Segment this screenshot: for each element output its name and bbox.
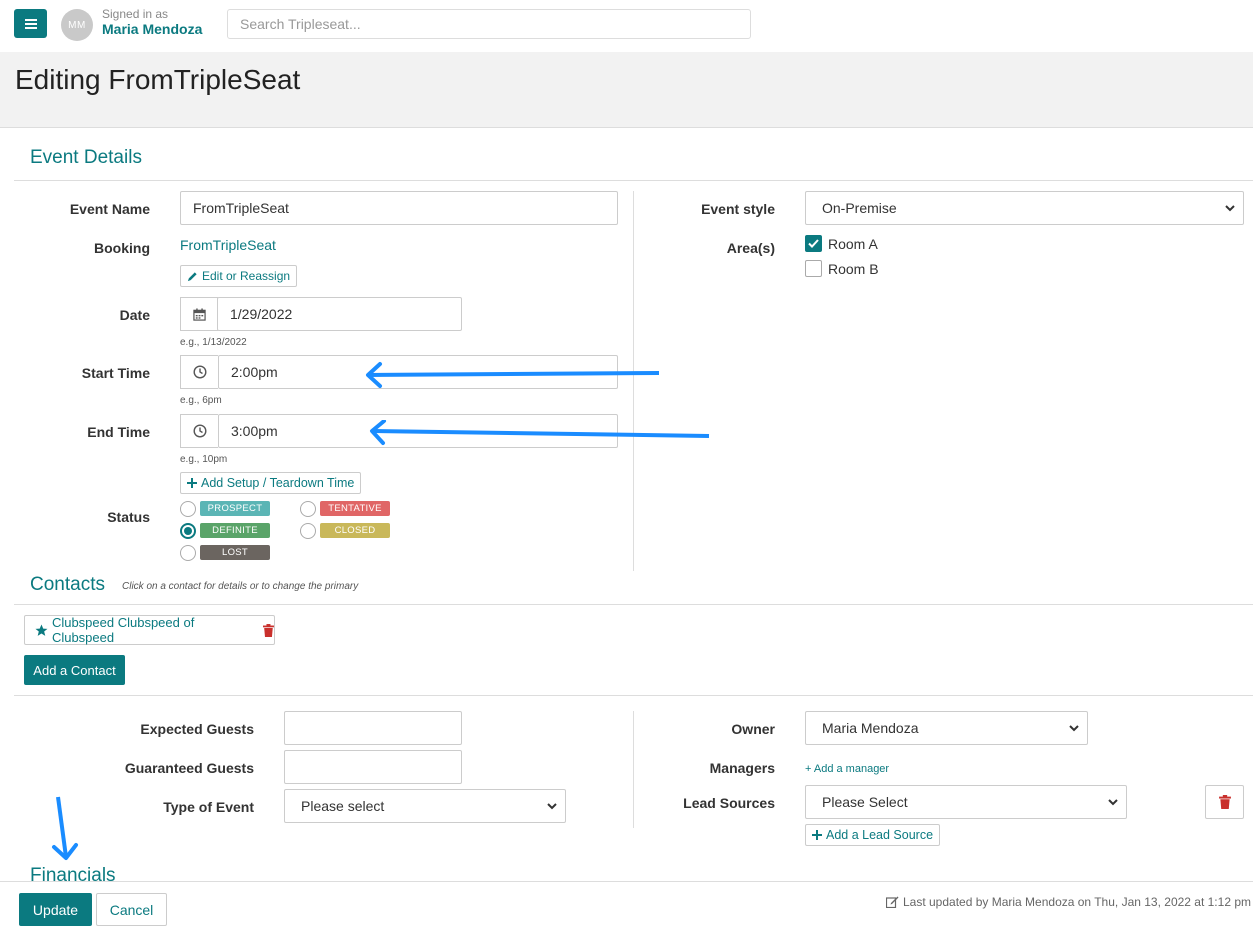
calendar-icon [193,307,206,321]
user-name-link[interactable]: Maria Mendoza [102,21,202,37]
star-icon [35,623,48,636]
booking-label: Booking [94,240,150,256]
type-of-event-value: Please select [301,798,385,814]
checkmark-icon [808,239,819,248]
date-label: Date [119,307,150,323]
room-a-label: Room A [828,236,878,252]
end-clock-addon[interactable] [180,414,218,448]
edit-note-icon [885,896,899,908]
status-radio-tentative[interactable] [300,501,316,517]
status-radio-prospect[interactable] [180,501,196,517]
clock-icon [192,365,207,379]
menu-button[interactable] [14,9,47,38]
type-of-event-label: Type of Event [163,799,254,815]
add-lead-source-button[interactable]: Add a Lead Source [805,824,941,846]
pencil-icon [187,271,197,281]
event-style-label: Event style [701,201,775,217]
status-badge-tentative: TENTATIVE [320,501,390,516]
annotation-arrow-start-time [366,362,660,388]
page-header: Editing FromTripleSeat [0,52,1253,128]
status-badge-definite: DEFINITE [200,523,270,538]
footer-bar: Update Cancel Last updated by Maria Mend… [0,881,1253,933]
page-title: Editing FromTripleSeat [15,64,301,95]
add-setup-label: Add Setup / Teardown Time [201,476,355,490]
annotation-arrow-update [52,796,78,860]
event-name-label: Event Name [69,201,150,217]
delete-lead-source-button[interactable] [1205,785,1244,819]
chevron-down-icon [1225,205,1235,212]
status-radio-closed[interactable] [300,523,316,539]
status-badge-prospect: PROSPECT [200,501,270,516]
contacts-title: Contacts [30,574,105,595]
avatar[interactable]: MM [61,9,93,41]
event-name-input[interactable]: FromTripleSeat [180,191,618,225]
divider [14,180,1253,181]
start-time-label: Start Time [81,365,150,381]
status-radio-definite[interactable] [180,523,196,539]
trash-icon[interactable] [263,623,274,637]
guaranteed-guests-label: Guaranteed Guests [124,760,254,776]
event-style-select[interactable]: On-Premise [805,191,1244,225]
plus-icon [812,830,822,840]
status-label: Status [107,509,150,525]
primary-contact-chip[interactable]: Clubspeed Clubspeed of Clubspeed [24,615,275,645]
cancel-button[interactable]: Cancel [96,893,167,926]
add-manager-link[interactable]: + Add a manager [805,763,889,775]
add-setup-teardown-button[interactable]: Add Setup / Teardown Time [180,472,362,494]
status-radio-lost[interactable] [180,545,196,561]
status-badge-lost: LOST [200,545,270,560]
last-updated: Last updated by Maria Mendoza on Thu, Ja… [885,895,1251,909]
last-updated-text: Last updated by Maria Mendoza on Thu, Ja… [902,895,1251,909]
event-details-title: Event Details [30,147,142,168]
clock-icon [192,424,207,438]
start-clock-addon[interactable] [180,355,218,389]
add-lead-source-label: Add a Lead Source [826,828,934,842]
end-time-label: End Time [87,424,150,440]
top-bar: MM Signed in as Maria Mendoza [0,0,1253,52]
lead-sources-select[interactable]: Please Select [805,785,1127,819]
contacts-hint: Click on a contact for details or to cha… [122,581,359,592]
managers-label: Managers [709,760,775,776]
update-button[interactable]: Update [19,893,92,926]
calendar-addon[interactable] [180,297,218,331]
type-of-event-select[interactable]: Please select [284,789,566,823]
edit-reassign-label: Edit or Reassign [202,269,291,283]
hamburger-icon [24,18,37,29]
lead-sources-value: Please Select [822,794,908,810]
chevron-down-icon [1108,799,1118,806]
end-time-hint: e.g., 10pm [180,454,228,465]
expected-guests-input[interactable] [284,711,462,745]
divider [14,604,1253,605]
owner-label: Owner [731,721,775,737]
start-time-hint: e.g., 6pm [180,395,222,406]
primary-contact-name: Clubspeed Clubspeed of Clubspeed [51,615,195,645]
divider [14,695,1253,696]
column-divider [633,711,634,828]
plus-icon [187,478,197,488]
status-badge-closed: CLOSED [320,523,390,538]
annotation-arrow-end-time [370,420,710,445]
chevron-down-icon [547,803,557,810]
date-hint: e.g., 1/13/2022 [180,337,247,348]
guaranteed-guests-input[interactable] [284,750,462,784]
owner-value: Maria Mendoza [822,720,919,736]
room-b-checkbox[interactable] [805,260,822,277]
room-b-label: Room B [828,261,879,277]
lead-sources-label: Lead Sources [683,795,775,811]
trash-icon [1218,795,1231,809]
areas-label: Area(s) [726,240,775,256]
event-style-value: On-Premise [822,200,897,216]
room-a-checkbox[interactable] [805,235,822,252]
booking-link[interactable]: FromTripleSeat [180,237,276,253]
edit-reassign-button[interactable]: Edit or Reassign [180,265,298,287]
signed-in-label: Signed in as [102,7,169,21]
owner-select[interactable]: Maria Mendoza [805,711,1088,745]
date-input[interactable]: 1/29/2022 [217,297,462,331]
expected-guests-label: Expected Guests [140,721,254,737]
add-contact-button[interactable]: Add a Contact [24,655,125,685]
chevron-down-icon [1069,725,1079,732]
search-input[interactable] [227,9,751,39]
